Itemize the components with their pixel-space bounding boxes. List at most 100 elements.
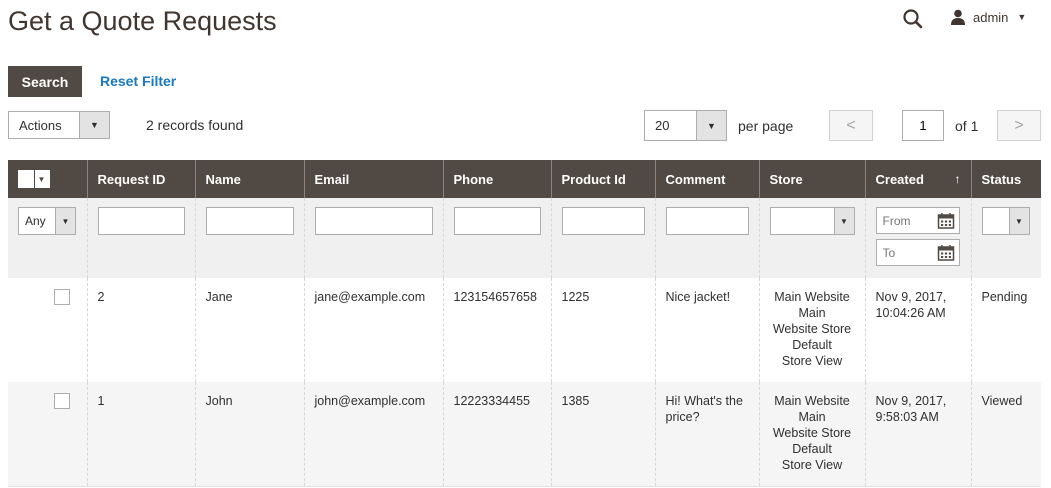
phone-filter-input[interactable]	[453, 207, 541, 235]
store-line: Website Store	[772, 426, 852, 440]
column-header-store[interactable]: Store	[758, 160, 865, 198]
chevron-down-icon: ▼	[1017, 12, 1027, 22]
email-filter-input[interactable]	[314, 207, 433, 235]
table-row[interactable]: 2 Jane jane@example.com 123154657658 122…	[8, 278, 1041, 382]
comment-cell: Nice jacket!	[654, 278, 759, 382]
store-line: Default	[792, 338, 832, 352]
store-line: Store View	[781, 458, 843, 472]
created-to-field	[875, 239, 960, 266]
product-id-cell: 1225	[550, 278, 655, 382]
phone-cell: 12223334455	[442, 382, 551, 487]
created-cell: Nov 9, 2017, 9:58:03 AM	[864, 382, 971, 487]
comment-line: price?	[665, 410, 700, 424]
row-checkbox[interactable]	[54, 289, 70, 305]
column-header-product-id[interactable]: Product Id	[550, 160, 655, 198]
reset-filter-link[interactable]: Reset Filter	[100, 73, 176, 89]
email-cell: jane@example.com	[303, 278, 443, 382]
store-line: Store View	[781, 354, 843, 368]
comment-cell: Hi! What's the price?	[654, 382, 759, 487]
created-to-input[interactable]	[880, 244, 931, 261]
mass-select-dropdown[interactable]: ▼	[18, 170, 50, 188]
per-page-label: per page	[738, 118, 794, 134]
created-date: Nov 9, 2017,	[875, 290, 947, 304]
row-checkbox[interactable]	[54, 393, 70, 409]
any-filter-dropdown[interactable]: Any ▼	[18, 207, 76, 235]
status-filter-dropdown[interactable]: ▼	[981, 207, 1030, 235]
name-filter-input[interactable]	[205, 207, 294, 235]
chevron-down-icon: ▼	[696, 111, 726, 140]
status-cell: Viewed	[970, 382, 1041, 487]
filter-cell	[654, 198, 759, 278]
chevron-down-icon: ▼	[1008, 208, 1029, 234]
calendar-icon[interactable]	[937, 212, 955, 230]
previous-page-button[interactable]: <	[829, 110, 873, 141]
column-header-status[interactable]: Status	[970, 160, 1041, 198]
created-cell: Nov 9, 2017, 10:04:26 AM	[864, 278, 971, 382]
store-line: Main	[798, 410, 826, 424]
column-header-name[interactable]: Name	[194, 160, 304, 198]
admin-user-menu[interactable]: admin ▼	[950, 9, 1026, 25]
column-header-created[interactable]: Created ↑	[864, 160, 971, 198]
search-button[interactable]: Search	[8, 66, 82, 97]
column-header-request-id[interactable]: Request ID	[86, 160, 195, 198]
filter-cell	[86, 198, 195, 278]
user-icon	[951, 9, 965, 25]
store-line: Main Website	[774, 290, 850, 304]
quote-requests-grid: ▼ Request ID Name Email Phone Product Id…	[8, 160, 1041, 487]
product-id-filter-input[interactable]	[561, 207, 645, 235]
created-date: Nov 9, 2017,	[875, 394, 947, 408]
product-id-cell: 1385	[550, 382, 655, 487]
column-header-phone[interactable]: Phone	[442, 160, 551, 198]
created-from-input[interactable]	[880, 212, 931, 229]
page-number-input[interactable]	[902, 110, 944, 141]
store-line: Main Website	[774, 394, 850, 408]
created-from-field	[875, 207, 960, 234]
search-icon[interactable]	[902, 8, 924, 30]
status-cell: Pending	[970, 278, 1041, 382]
mass-select-header[interactable]: ▼	[8, 160, 87, 198]
actions-dropdown[interactable]: Actions ▼	[8, 111, 110, 139]
column-header-email[interactable]: Email	[303, 160, 443, 198]
chevron-down-icon: ▼	[79, 112, 109, 138]
calendar-icon[interactable]	[937, 244, 955, 262]
chevron-down-icon: ▼	[833, 208, 854, 234]
next-page-button[interactable]: >	[997, 110, 1041, 141]
filter-cell	[303, 198, 443, 278]
filter-cell	[864, 198, 971, 278]
per-page-dropdown[interactable]: 20 ▼	[644, 110, 727, 141]
comment-filter-input[interactable]	[665, 207, 749, 235]
chevron-down-icon: ▼	[34, 170, 48, 188]
created-time: 9:58:03 AM	[875, 410, 939, 424]
filter-cell: Any ▼	[8, 198, 87, 278]
comment-line: Hi! What's the	[665, 394, 743, 408]
page-title: Get a Quote Requests	[8, 6, 277, 36]
row-select-cell	[8, 278, 87, 382]
name-cell: Jane	[194, 278, 304, 382]
any-filter-label: Any	[25, 214, 46, 228]
filter-cell	[194, 198, 304, 278]
table-row[interactable]: 1 John john@example.com 12223334455 1385…	[8, 382, 1041, 487]
filter-cell: ▼	[970, 198, 1041, 278]
request-id-cell: 1	[86, 382, 195, 487]
chevron-down-icon: ▼	[55, 208, 75, 234]
email-cell: john@example.com	[303, 382, 443, 487]
filter-cell	[442, 198, 551, 278]
page-total: of 1	[955, 118, 979, 134]
store-cell: Main Website Main Website Store Default …	[758, 382, 865, 487]
grid-header-row: ▼ Request ID Name Email Phone Product Id…	[8, 160, 1041, 198]
per-page-value: 20	[655, 118, 670, 133]
store-filter-dropdown[interactable]: ▼	[769, 207, 855, 235]
store-cell: Main Website Main Website Store Default …	[758, 278, 865, 382]
request-id-filter-input[interactable]	[97, 207, 185, 235]
column-header-comment[interactable]: Comment	[654, 160, 759, 198]
row-select-cell	[8, 382, 87, 487]
phone-cell: 123154657658	[442, 278, 551, 382]
store-line: Default	[792, 442, 832, 456]
filter-row: Any ▼ ▼ From To ▼	[8, 198, 1041, 278]
records-found: 2 records found	[146, 117, 244, 133]
name-cell: John	[194, 382, 304, 487]
actions-label: Actions	[19, 117, 62, 133]
created-time: 10:04:26 AM	[875, 306, 946, 320]
column-header-created-label: Created	[875, 171, 924, 187]
mass-select-checkbox[interactable]	[18, 171, 34, 187]
